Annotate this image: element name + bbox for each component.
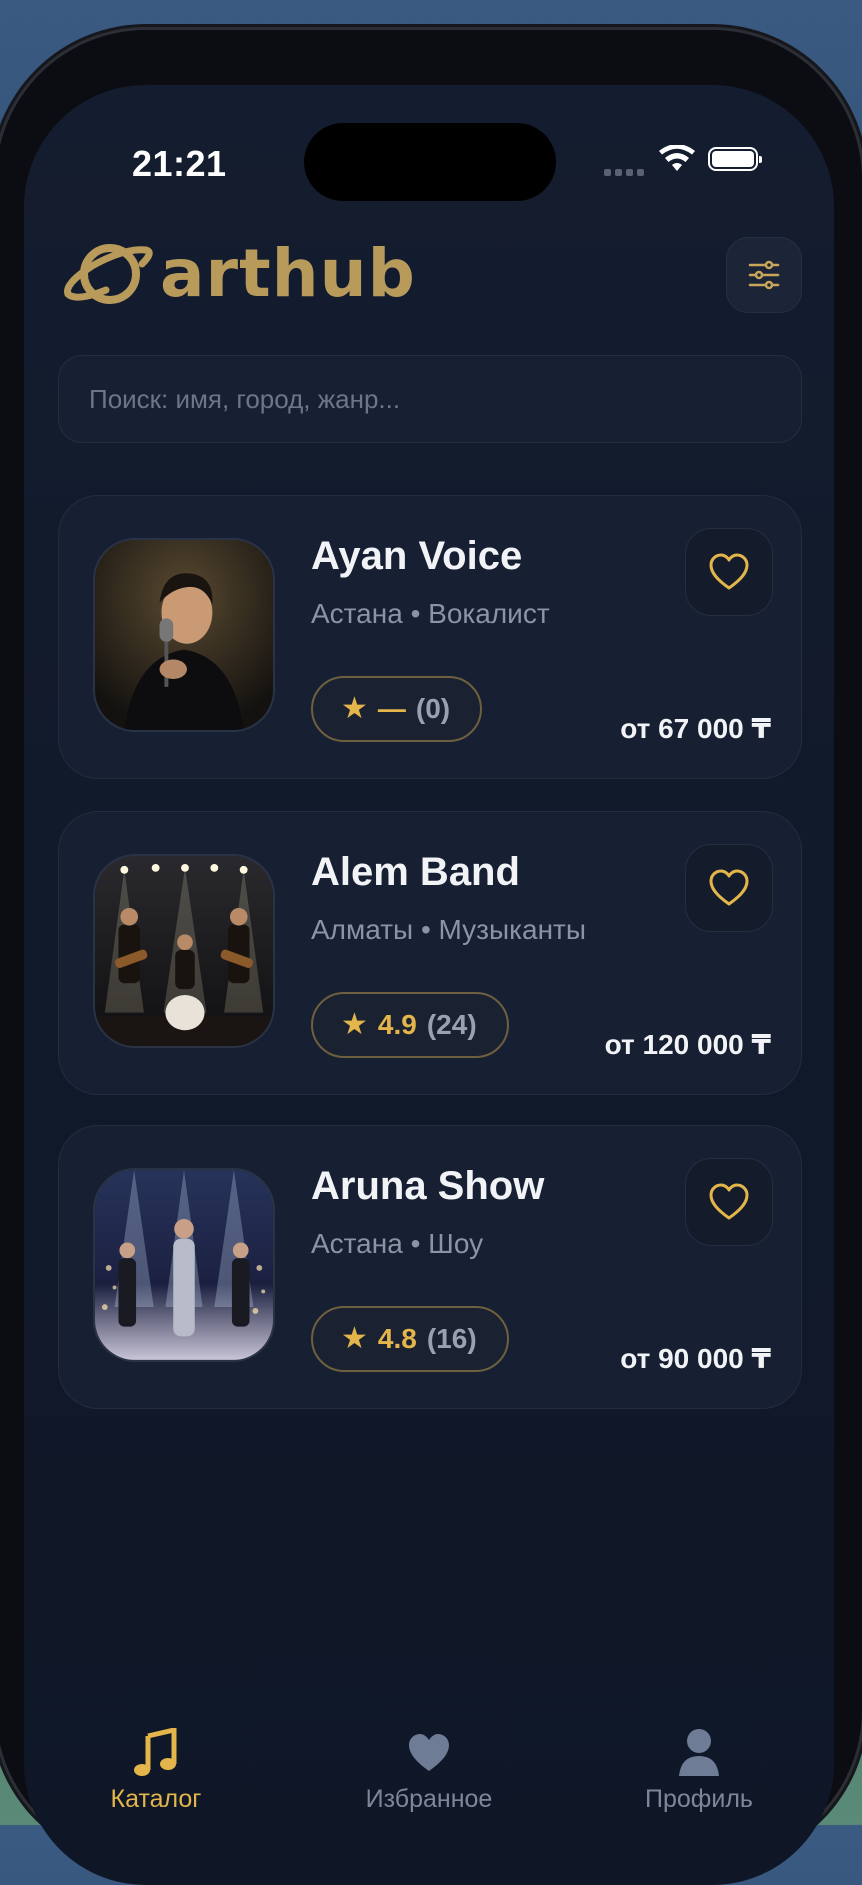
music-note-icon <box>134 1728 177 1776</box>
brand-logo: arthub <box>62 235 416 312</box>
cellular-signal-icon <box>604 169 644 176</box>
rating-badge: ★ 4.9 (24) <box>311 992 509 1058</box>
rating-value: 4.9 <box>377 1009 417 1040</box>
bottom-tab-bar: Каталог Избранное Профиль <box>24 1685 834 1885</box>
wifi-icon <box>659 145 695 171</box>
artist-name[interactable]: Alem Band <box>311 850 520 895</box>
artist-price: от 120 000 ₸ <box>604 1029 771 1060</box>
heart-outline-icon <box>709 1183 749 1220</box>
tab-label: Профиль <box>645 1785 753 1813</box>
rating-value: 4.8 <box>377 1323 417 1354</box>
planet-logo-icon <box>64 243 153 304</box>
artist-card[interactable]: Alem Band Алматы • Музыканты ★ 4.9 (24) … <box>58 811 802 1095</box>
tab-profile[interactable]: Профиль <box>589 1725 809 1814</box>
tab-label: Избранное <box>365 1785 493 1813</box>
rating-badge: ★ — (0) <box>311 676 483 742</box>
rating-badge: ★ 4.8 (16) <box>311 1306 509 1372</box>
artist-photo[interactable] <box>93 854 275 1048</box>
artist-card[interactable]: Aruna Show Астана • Шоу ★ 4.8 (16) от 90… <box>58 1125 802 1409</box>
star-icon: ★ <box>341 692 368 725</box>
status-time: 21:21 <box>132 143 227 184</box>
heart-icon <box>409 1734 449 1771</box>
artist-meta: Астана • Вокалист <box>311 598 550 629</box>
review-count: (16) <box>426 1323 477 1354</box>
show-photo <box>95 1170 273 1360</box>
artist-price: от 90 000 ₸ <box>620 1343 771 1374</box>
artist-price: от 67 000 ₸ <box>620 713 771 744</box>
heart-outline-icon <box>709 553 749 590</box>
favorite-button[interactable] <box>685 844 773 932</box>
app-header: arthub <box>24 205 834 355</box>
tab-catalog[interactable]: Каталог <box>46 1725 266 1814</box>
artist-photo[interactable] <box>93 538 275 732</box>
user-icon <box>679 1729 719 1776</box>
star-icon: ★ <box>341 1008 368 1041</box>
star-icon: ★ <box>341 1322 368 1355</box>
singer-photo <box>95 540 273 730</box>
status-bar: 21:21 <box>24 85 834 201</box>
heart-outline-icon <box>709 869 749 906</box>
artist-photo[interactable] <box>93 1168 275 1362</box>
sliders-icon <box>748 260 780 290</box>
rating-value: — <box>377 693 406 724</box>
search-box[interactable] <box>58 355 802 443</box>
phone-frame: 21:21 arthub Поиск: имя, город, жанр... … <box>0 30 862 1885</box>
battery-icon <box>708 147 762 171</box>
dynamic-island <box>304 123 556 201</box>
artist-card[interactable]: Ayan Voice Астана • Вокалист ★ — (0) от … <box>58 495 802 779</box>
favorite-button[interactable] <box>685 528 773 616</box>
artist-name[interactable]: Ayan Voice <box>311 534 522 579</box>
artist-name[interactable]: Aruna Show <box>311 1164 544 1209</box>
tab-label: Каталог <box>110 1785 202 1813</box>
favorite-button[interactable] <box>685 1158 773 1246</box>
filter-button[interactable] <box>726 237 802 313</box>
artist-meta: Алматы • Музыканты <box>311 914 586 945</box>
tab-favorites[interactable]: Избранное <box>319 1725 539 1814</box>
brand-name: arthub <box>160 235 416 312</box>
band-photo <box>95 856 273 1046</box>
artist-meta: Астана • Шоу <box>311 1228 484 1259</box>
review-count: (24) <box>426 1009 477 1040</box>
app-screen: 21:21 arthub Поиск: имя, город, жанр... … <box>24 85 834 1885</box>
review-count: (0) <box>415 693 451 724</box>
search-input[interactable] <box>59 356 801 442</box>
